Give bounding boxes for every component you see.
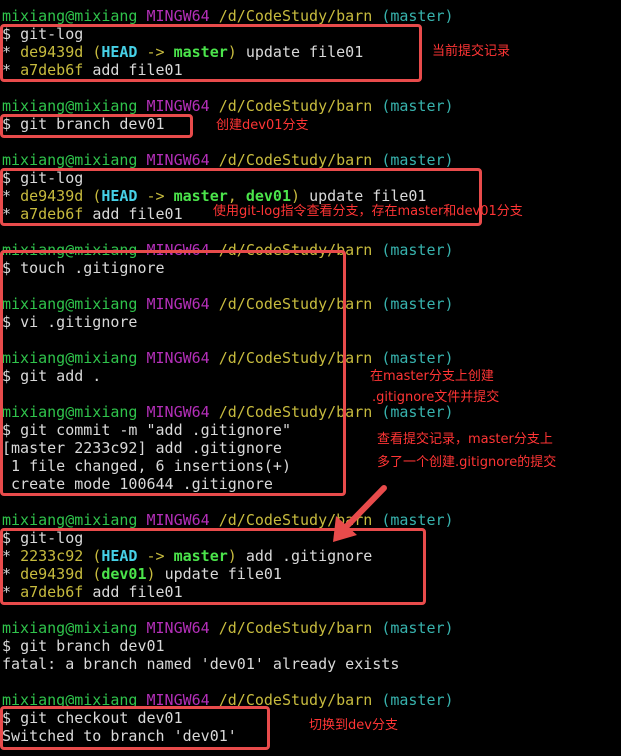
annotation-arrow: [333, 485, 387, 542]
terminal-window[interactable]: mixiang@mixiang MINGW64 /d/CodeStudy/bar…: [0, 0, 621, 756]
